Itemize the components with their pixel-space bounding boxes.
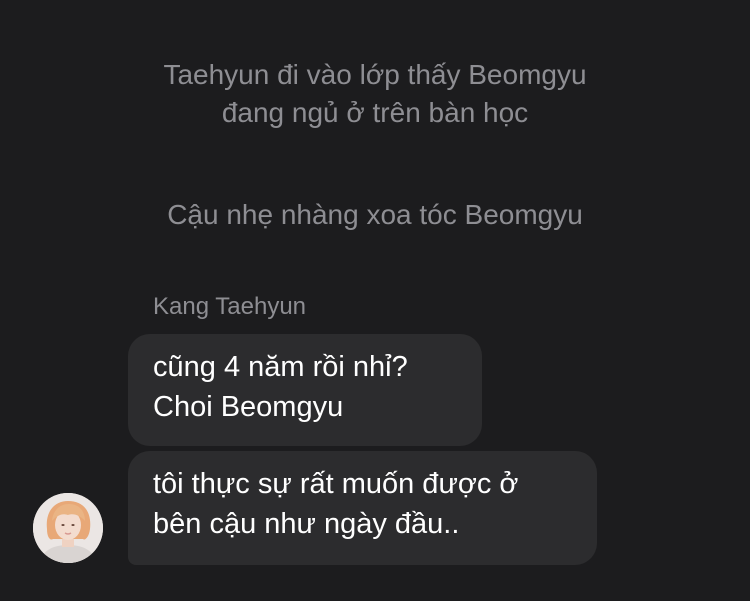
- message-line: cũng 4 năm rồi nhỉ?: [153, 351, 408, 383]
- narration-line: đang ngủ ở trên bàn học: [221, 97, 529, 128]
- message-bubble[interactable]: tôi thực sự rất muốn được ở bên cậu như …: [128, 451, 597, 565]
- narration-text: Taehyun đi vào lớp thấy Beomgyu đang ngủ…: [0, 56, 750, 132]
- profile-photo-icon: [33, 493, 103, 563]
- message-line: Choi Beomgyu: [153, 391, 344, 423]
- avatar[interactable]: [33, 493, 103, 563]
- narration-text: Cậu nhẹ nhàng xoa tóc Beomgyu: [0, 196, 750, 234]
- narration-line: Cậu nhẹ nhàng xoa tóc Beomgyu: [167, 199, 583, 230]
- message-line: bên cậu như ngày đầu..: [153, 508, 460, 540]
- message-bubble[interactable]: cũng 4 năm rồi nhỉ? Choi Beomgyu: [128, 334, 482, 446]
- narration-line: Taehyun đi vào lớp thấy Beomgyu: [163, 59, 587, 90]
- sender-name: Kang Taehyun: [153, 293, 307, 320]
- message-line: tôi thực sự rất muốn được ở: [153, 468, 519, 500]
